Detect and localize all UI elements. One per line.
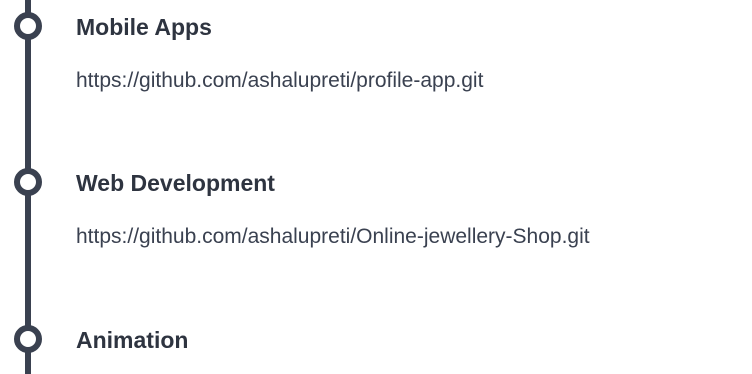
project-title: Web Development bbox=[76, 170, 275, 196]
projects-timeline: Mobile Apps https://github.com/ashalupre… bbox=[0, 0, 752, 374]
timeline-node-icon bbox=[14, 168, 42, 196]
timeline-node-icon bbox=[14, 325, 42, 353]
project-title: Animation bbox=[76, 327, 189, 353]
project-repo-link[interactable]: https://github.com/ashalupreti/Online-je… bbox=[76, 224, 590, 250]
timeline-node-icon bbox=[14, 12, 42, 40]
project-repo-link[interactable]: https://github.com/ashalupreti/profile-a… bbox=[76, 68, 483, 94]
project-title: Mobile Apps bbox=[76, 14, 212, 40]
